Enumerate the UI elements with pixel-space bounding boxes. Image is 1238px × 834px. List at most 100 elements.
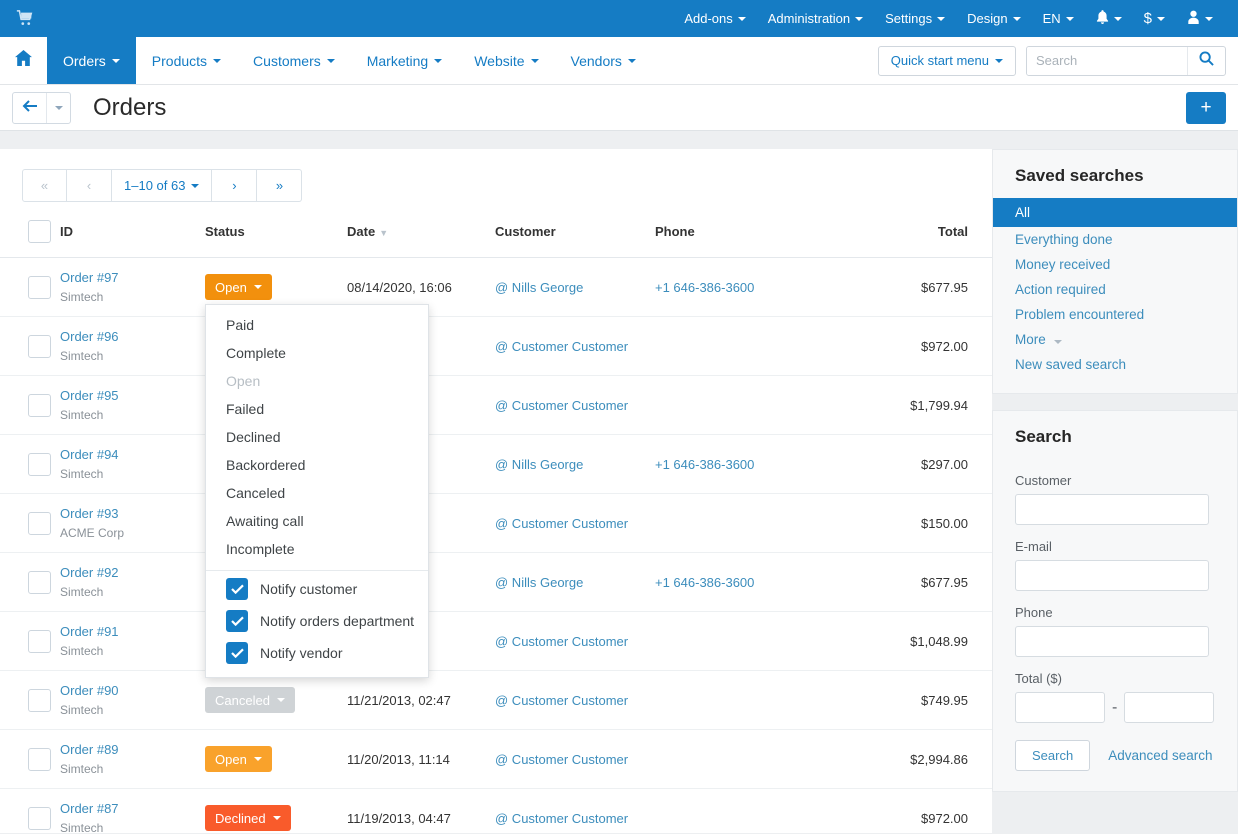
status-badge[interactable]: Open xyxy=(205,746,272,772)
status-badge[interactable]: Open xyxy=(205,274,272,300)
saved-search-new[interactable]: New saved search xyxy=(993,352,1237,377)
phone-input[interactable] xyxy=(1015,626,1209,657)
order-link[interactable]: Order #95 xyxy=(60,388,205,403)
customer-link[interactable]: @ Customer Customer xyxy=(495,752,628,767)
shopping-cart-icon[interactable] xyxy=(14,9,34,29)
search-submit-button[interactable] xyxy=(1187,46,1225,75)
customer-link[interactable]: @ Customer Customer xyxy=(495,398,628,413)
topbar-item-addons[interactable]: Add-ons xyxy=(673,0,756,37)
row-checkbox[interactable] xyxy=(28,688,51,712)
table-row[interactable]: Order #94 Simtech 6:29 @ Nills George +1… xyxy=(0,434,992,494)
row-checkbox[interactable] xyxy=(28,511,51,535)
topbar-item-notifications[interactable] xyxy=(1085,0,1133,37)
row-checkbox[interactable] xyxy=(28,747,51,771)
table-row[interactable]: Order #96 Simtech 6:06 @ Customer Custom… xyxy=(0,316,992,376)
column-header-customer[interactable]: Customer xyxy=(495,214,655,258)
topbar-item-settings[interactable]: Settings xyxy=(874,0,956,37)
nav-item-vendors[interactable]: Vendors xyxy=(555,37,652,84)
table-row[interactable]: Order #90 Simtech Canceled 11/21/2013, 0… xyxy=(0,670,992,730)
table-row[interactable]: Order #92 Simtech 6:06 @ Nills George +1… xyxy=(0,552,992,612)
customer-input[interactable] xyxy=(1015,494,1209,525)
saved-search-everything-done[interactable]: Everything done xyxy=(993,227,1237,252)
pagination-last[interactable]: » xyxy=(257,169,303,202)
table-row[interactable]: Order #87 Simtech Declined 11/19/2013, 0… xyxy=(0,789,992,834)
add-order-button[interactable]: + xyxy=(1186,91,1226,124)
nav-item-orders[interactable]: Orders xyxy=(47,37,136,84)
topbar-item-account[interactable] xyxy=(1176,0,1224,37)
customer-link[interactable]: @ Customer Customer xyxy=(495,811,628,826)
status-option-canceled[interactable]: Canceled xyxy=(206,479,428,507)
order-link[interactable]: Order #93 xyxy=(60,506,205,521)
saved-search-action-required[interactable]: Action required xyxy=(993,277,1237,302)
notify-vendor-row[interactable]: Notify vendor xyxy=(206,637,428,669)
column-header-id[interactable]: ID xyxy=(60,214,205,258)
status-option-failed[interactable]: Failed xyxy=(206,395,428,423)
row-checkbox[interactable] xyxy=(28,452,51,476)
pagination-prev[interactable]: ‹ xyxy=(67,169,112,202)
saved-search-money-received[interactable]: Money received xyxy=(993,252,1237,277)
status-badge[interactable]: Canceled xyxy=(205,687,295,713)
pagination-first[interactable]: « xyxy=(22,169,67,202)
advanced-search-link[interactable]: Advanced search xyxy=(1108,748,1212,763)
nav-item-marketing[interactable]: Marketing xyxy=(351,37,458,84)
topbar-item-administration[interactable]: Administration xyxy=(757,0,874,37)
search-button[interactable]: Search xyxy=(1015,740,1091,771)
table-row[interactable]: Order #91 Simtech 3:25 @ Customer Custom… xyxy=(0,611,992,671)
status-option-backordered[interactable]: Backordered xyxy=(206,451,428,479)
customer-link[interactable]: @ Nills George xyxy=(495,280,583,295)
status-option-paid[interactable]: Paid xyxy=(206,311,428,339)
order-link[interactable]: Order #90 xyxy=(60,683,205,698)
row-checkbox[interactable] xyxy=(28,806,51,830)
customer-link[interactable]: @ Customer Customer xyxy=(495,693,628,708)
customer-link[interactable]: @ Customer Customer xyxy=(495,516,628,531)
table-row[interactable]: Order #89 Simtech Open 11/20/2013, 11:14… xyxy=(0,729,992,789)
saved-search-problem-encountered[interactable]: Problem encountered xyxy=(993,302,1237,327)
status-option-complete[interactable]: Complete xyxy=(206,339,428,367)
notify-customer-row[interactable]: Notify customer xyxy=(206,573,428,605)
order-link[interactable]: Order #92 xyxy=(60,565,205,580)
nav-home-button[interactable] xyxy=(0,37,47,84)
nav-item-products[interactable]: Products xyxy=(136,37,237,84)
nav-item-website[interactable]: Website xyxy=(458,37,554,84)
phone-link[interactable]: +1 646-386-3600 xyxy=(655,457,754,472)
column-header-total[interactable]: Total xyxy=(835,214,992,258)
order-link[interactable]: Order #87 xyxy=(60,801,205,816)
column-header-phone[interactable]: Phone xyxy=(655,214,835,258)
phone-link[interactable]: +1 646-386-3600 xyxy=(655,280,754,295)
quick-start-menu-button[interactable]: Quick start menu xyxy=(877,45,1016,76)
order-link[interactable]: Order #96 xyxy=(60,329,205,344)
order-link[interactable]: Order #91 xyxy=(60,624,205,639)
select-all-checkbox[interactable] xyxy=(28,220,51,243)
saved-search-more[interactable]: More xyxy=(993,327,1237,352)
status-option-awaiting-call[interactable]: Awaiting call xyxy=(206,507,428,535)
table-row[interactable]: Order #97 Simtech Open Paid Complete Ope… xyxy=(0,257,992,678)
phone-link[interactable]: +1 646-386-3600 xyxy=(655,575,754,590)
customer-link[interactable]: @ Customer Customer xyxy=(495,339,628,354)
status-option-declined[interactable]: Declined xyxy=(206,423,428,451)
row-checkbox[interactable] xyxy=(28,334,51,358)
order-link[interactable]: Order #89 xyxy=(60,742,205,757)
status-badge[interactable]: Declined xyxy=(205,805,291,831)
total-from-input[interactable] xyxy=(1015,692,1105,723)
customer-link[interactable]: @ Nills George xyxy=(495,457,583,472)
topbar-item-design[interactable]: Design xyxy=(956,0,1031,37)
status-option-incomplete[interactable]: Incomplete xyxy=(206,535,428,563)
notify-orders-department-row[interactable]: Notify orders department xyxy=(206,605,428,637)
topbar-item-language[interactable]: EN xyxy=(1032,0,1085,37)
order-link[interactable]: Order #97 xyxy=(60,270,205,285)
customer-link[interactable]: @ Nills George xyxy=(495,575,583,590)
row-checkbox[interactable] xyxy=(28,629,51,653)
nav-item-customers[interactable]: Customers xyxy=(237,37,351,84)
pagination-range[interactable]: 1–10 of 63 xyxy=(112,169,213,202)
total-to-input[interactable] xyxy=(1124,692,1215,723)
topbar-item-currency[interactable]: $ xyxy=(1133,0,1176,37)
row-checkbox[interactable] xyxy=(28,570,51,594)
table-row[interactable]: Order #95 Simtech 6:06 @ Customer Custom… xyxy=(0,375,992,435)
back-dropdown-button[interactable] xyxy=(46,92,70,123)
row-checkbox[interactable] xyxy=(28,275,51,299)
search-input[interactable] xyxy=(1027,46,1187,75)
saved-search-all[interactable]: All xyxy=(993,198,1237,227)
back-button[interactable] xyxy=(13,93,46,123)
email-input[interactable] xyxy=(1015,560,1209,591)
pagination-next[interactable]: › xyxy=(212,169,258,202)
